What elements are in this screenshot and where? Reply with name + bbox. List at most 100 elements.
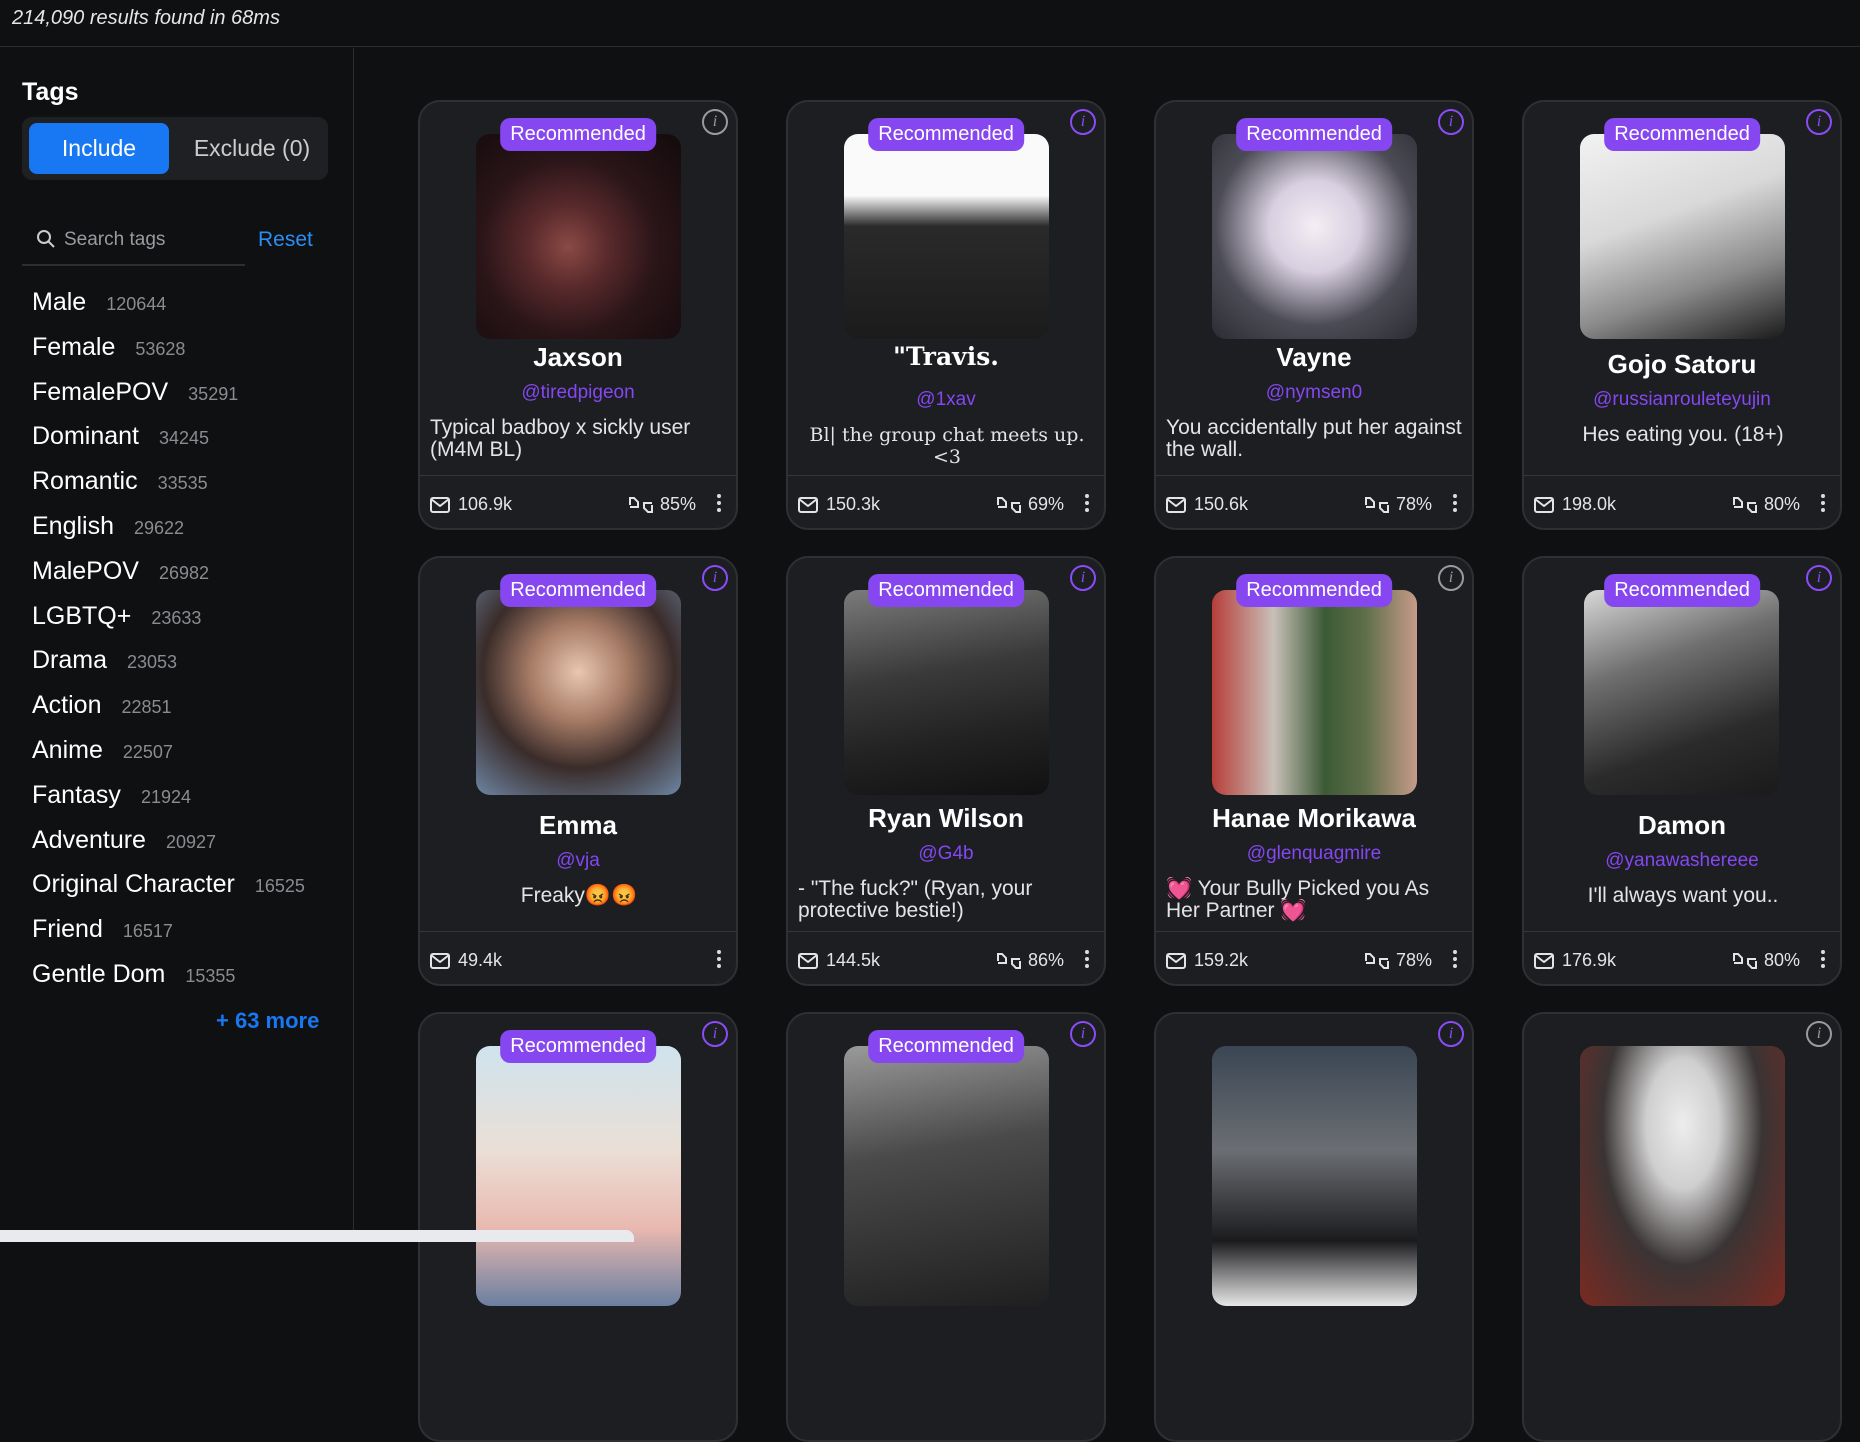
tag-item[interactable]: Action 22851 xyxy=(32,691,305,736)
creator-handle[interactable]: @1xav xyxy=(788,389,1104,411)
more-options-icon[interactable] xyxy=(1452,948,1458,970)
info-icon[interactable]: i xyxy=(1070,565,1096,591)
tag-item[interactable]: Original Character 16525 xyxy=(32,870,305,915)
tag-item[interactable]: Gentle Dom 15355 xyxy=(32,960,305,1005)
character-card[interactable]: Recommended i xyxy=(786,1012,1106,1442)
tag-name: MalePOV xyxy=(32,556,139,585)
character-card[interactable]: i xyxy=(1154,1012,1474,1442)
more-options-icon[interactable] xyxy=(1820,948,1826,970)
tag-count: 34245 xyxy=(159,428,210,449)
recommended-badge: Recommended xyxy=(868,574,1024,607)
info-icon[interactable]: i xyxy=(1438,565,1464,591)
card-footer: 150.3k 69% xyxy=(788,475,1104,528)
creator-handle[interactable]: @glenquagmire xyxy=(1156,843,1472,865)
tag-search-input[interactable] xyxy=(64,226,239,254)
info-icon[interactable]: i xyxy=(1070,1021,1096,1047)
info-icon[interactable]: i xyxy=(1806,565,1832,591)
creator-handle[interactable]: @yanawashereee xyxy=(1524,850,1840,872)
info-icon[interactable]: i xyxy=(702,1021,728,1047)
tag-name: Anime xyxy=(32,735,103,764)
tag-item[interactable]: Anime 22507 xyxy=(32,736,305,781)
character-card[interactable]: Recommended i Gojo Satoru @russianroulet… xyxy=(1522,100,1842,530)
more-options-icon[interactable] xyxy=(1452,492,1458,514)
character-card[interactable]: Recommended i Vayne @nymsen0 You acciden… xyxy=(1154,100,1474,530)
message-count: 144.5k xyxy=(798,950,880,971)
tag-count: 26982 xyxy=(158,562,210,583)
tag-item[interactable]: Female 53628 xyxy=(32,333,305,378)
character-card[interactable]: Recommended i xyxy=(418,1012,738,1442)
creator-handle[interactable]: @russianrouleteyujin xyxy=(1524,389,1840,411)
character-description: Hes eating you. (18+) xyxy=(1582,423,1784,446)
tag-item[interactable]: Romantic 33535 xyxy=(32,467,305,512)
character-avatar xyxy=(1580,134,1785,339)
message-count-value: 176.9k xyxy=(1562,950,1617,970)
tag-item[interactable]: Fantasy 21924 xyxy=(32,781,305,826)
more-options-icon[interactable] xyxy=(1820,492,1826,514)
mail-icon xyxy=(1166,496,1186,513)
exclude-button[interactable]: Exclude (0) xyxy=(182,123,322,174)
results-header: 214,090 results found in 68ms xyxy=(0,0,1860,47)
tag-item[interactable]: FemalePOV 35291 xyxy=(32,378,305,423)
mail-icon xyxy=(1166,952,1186,969)
card-footer: 144.5k 86% xyxy=(788,931,1104,984)
card-footer: 106.9k 85% xyxy=(420,475,736,528)
include-button[interactable]: Include xyxy=(29,123,169,174)
character-card[interactable]: i xyxy=(1522,1012,1842,1442)
tag-item[interactable]: Dominant 34245 xyxy=(32,422,305,467)
character-card[interactable]: Recommended i "Travis. @1xav Bl| the gro… xyxy=(786,100,1106,530)
info-icon[interactable]: i xyxy=(702,565,728,591)
card-footer: 150.6k 78% xyxy=(1156,475,1472,528)
tag-item[interactable]: MalePOV 26982 xyxy=(32,557,305,602)
tag-name: Romantic xyxy=(32,467,138,496)
character-card[interactable]: Recommended i Damon @yanawashereee I'll … xyxy=(1522,556,1842,986)
recommended-badge: Recommended xyxy=(868,1030,1024,1063)
info-icon[interactable]: i xyxy=(1070,109,1096,135)
rating: 69% xyxy=(996,494,1064,515)
tag-item[interactable]: LGBTQ+ 23633 xyxy=(32,602,305,647)
tag-item[interactable]: Adventure 20927 xyxy=(32,826,305,871)
character-card[interactable]: Recommended i Ryan Wilson @G4b - "The fu… xyxy=(786,556,1106,986)
creator-handle[interactable]: @nymsen0 xyxy=(1156,382,1472,404)
more-options-icon[interactable] xyxy=(1084,948,1090,970)
info-icon[interactable]: i xyxy=(1438,109,1464,135)
tag-item[interactable]: English 29622 xyxy=(32,512,305,557)
character-name: Gojo Satoru xyxy=(1607,349,1757,379)
character-avatar xyxy=(844,1046,1049,1306)
creator-handle[interactable]: @G4b xyxy=(788,843,1104,865)
info-icon[interactable]: i xyxy=(1438,1021,1464,1047)
tag-count: 35291 xyxy=(188,383,239,404)
tag-list: Male 120644 Female 53628 FemalePOV 35291 Do… xyxy=(32,288,305,1005)
more-options-icon[interactable] xyxy=(716,948,722,970)
character-name: Hanae Morikawa xyxy=(1212,803,1416,833)
results-count: 214,090 results found in 68ms xyxy=(12,7,280,29)
character-card[interactable]: Recommended i Hanae Morikawa @glenquagmi… xyxy=(1154,556,1474,986)
character-avatar xyxy=(476,1046,681,1306)
character-card[interactable]: Recommended i Emma @vja Freaky😡😡 49.4k xyxy=(418,556,738,986)
character-avatar xyxy=(1212,134,1417,339)
tag-item[interactable]: Friend 16517 xyxy=(32,915,305,960)
recommended-badge: Recommended xyxy=(500,574,656,607)
more-options-icon[interactable] xyxy=(716,492,722,514)
more-options-icon[interactable] xyxy=(1084,492,1090,514)
info-icon[interactable]: i xyxy=(1806,1021,1832,1047)
tag-item[interactable]: Male 120644 xyxy=(32,288,305,333)
message-count-value: 159.2k xyxy=(1194,950,1249,970)
info-icon[interactable]: i xyxy=(1806,109,1832,135)
tag-name: Fantasy xyxy=(32,780,121,809)
rating-value: 78% xyxy=(1395,950,1432,970)
tag-item[interactable]: Drama 23053 xyxy=(32,646,305,691)
thumbs-rating-icon xyxy=(996,496,1021,513)
character-description: 💓 Your Bully Picked you As Her Partner 💓 xyxy=(1166,877,1430,922)
info-icon[interactable]: i xyxy=(702,109,728,135)
creator-handle[interactable]: @vja xyxy=(420,850,736,872)
reset-button[interactable]: Reset xyxy=(258,228,313,252)
card-footer: 176.9k 80% xyxy=(1524,931,1840,984)
tag-name: Adventure xyxy=(32,825,146,854)
message-count: 198.0k xyxy=(1534,494,1616,515)
rating-value: 86% xyxy=(1027,950,1064,970)
more-tags-link[interactable]: + 63 more xyxy=(216,1008,319,1034)
recommended-badge: Recommended xyxy=(500,118,656,151)
recommended-badge: Recommended xyxy=(1604,118,1760,151)
character-card[interactable]: Recommended i Jaxson @tiredpigeon Typica… xyxy=(418,100,738,530)
creator-handle[interactable]: @tiredpigeon xyxy=(420,382,736,404)
